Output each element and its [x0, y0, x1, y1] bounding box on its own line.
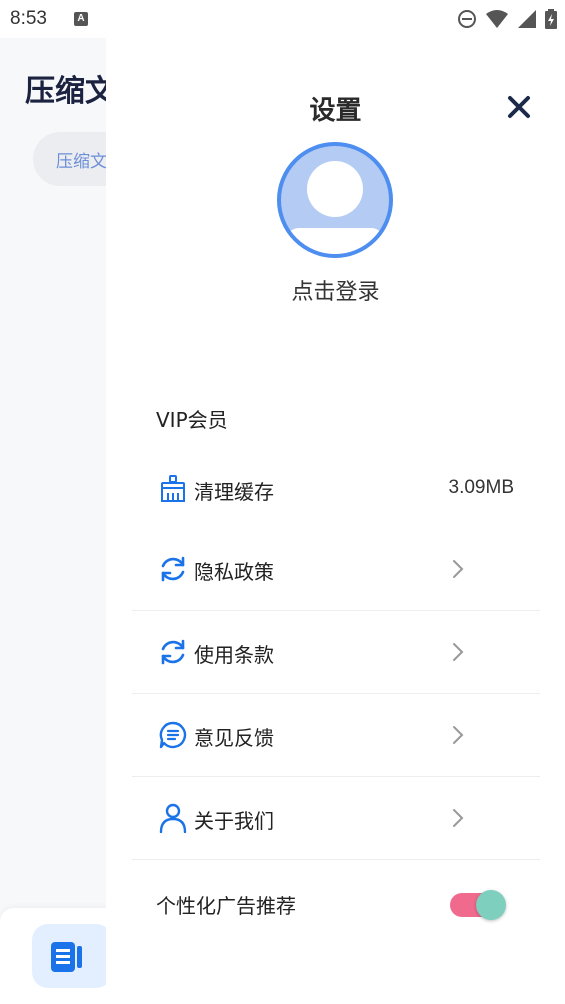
menu-item-label: 隐私政策: [194, 560, 274, 584]
menu-item-label: 关于我们: [194, 809, 274, 833]
menu-item-clear-cache[interactable]: 清理缓存 3.09MB: [132, 448, 540, 531]
background-file-button: [32, 924, 106, 988]
login-link[interactable]: 点击登录: [106, 274, 565, 306]
background-page: 压缩文 压缩文: [0, 38, 106, 1004]
menu-item-terms-of-use[interactable]: 使用条款: [132, 611, 540, 694]
dnd-icon: [458, 10, 476, 28]
personalized-ads-label: 个性化广告推荐: [156, 894, 296, 918]
signal-icon: [518, 10, 536, 28]
avatar-person-icon: [285, 161, 385, 254]
menu-item-personalized-ads: 个性化广告推荐: [132, 862, 540, 945]
status-bar: 8:53 A: [0, 0, 565, 38]
drawer-title: 设置: [309, 96, 362, 126]
personalized-ads-toggle[interactable]: [450, 890, 508, 920]
broom-icon: [161, 475, 185, 502]
chevron-right-icon: [453, 726, 464, 744]
toggle-knob: [476, 890, 506, 920]
menu-item-about-us[interactable]: 关于我们: [132, 777, 540, 860]
user-icon: [159, 803, 187, 833]
message-icon: [159, 721, 187, 749]
menu-item-label: 清理缓存: [194, 480, 274, 504]
notification-a-icon: A: [74, 12, 88, 26]
chevron-right-icon: [453, 560, 464, 578]
chevron-right-icon: [453, 643, 464, 661]
background-bottom-bar: [0, 908, 106, 1004]
wifi-icon: [486, 10, 508, 28]
close-button[interactable]: [502, 90, 536, 124]
refresh-icon: [161, 639, 185, 665]
menu-item-privacy-policy[interactable]: 隐私政策: [132, 528, 540, 611]
battery-icon: [545, 9, 557, 29]
menu-item-feedback[interactable]: 意见反馈: [132, 694, 540, 777]
menu-item-label: 使用条款: [194, 643, 274, 667]
close-icon: [508, 96, 530, 118]
background-title: 压缩文: [25, 74, 106, 109]
vip-member-item[interactable]: VIP会员: [156, 404, 228, 433]
document-icon: [51, 942, 82, 972]
chevron-right-icon: [453, 809, 464, 827]
background-tab-pill: 压缩文: [33, 132, 106, 186]
status-time: 8:53: [10, 8, 47, 29]
avatar[interactable]: [277, 142, 393, 258]
refresh-icon: [161, 556, 185, 582]
status-icons: [457, 8, 557, 30]
settings-drawer: 设置 点击登录 VIP会员 清理缓存 3.09MB 隐私政策 使用条款 意见反馈…: [106, 38, 565, 1004]
background-tab-label: 压缩文: [56, 152, 106, 172]
menu-item-label: 意见反馈: [194, 726, 274, 750]
cache-size-value: 3.09MB: [448, 477, 514, 498]
